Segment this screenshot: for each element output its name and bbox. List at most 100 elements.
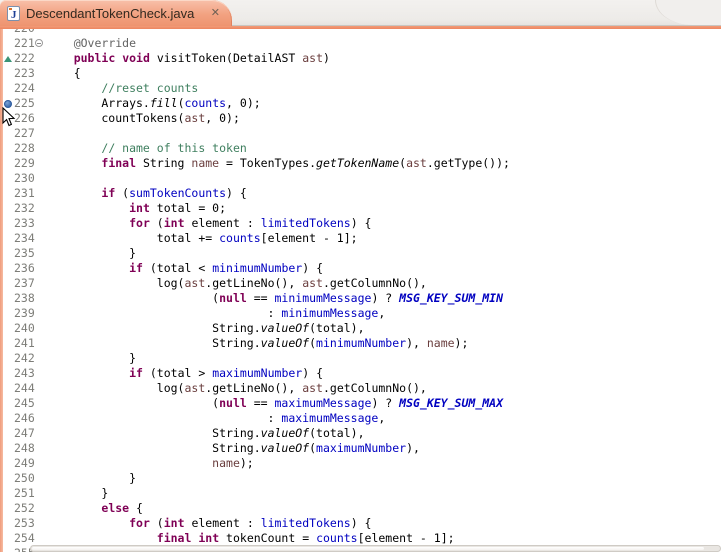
fold-ruler-cell[interactable]: [34, 66, 46, 81]
code-text[interactable]: for (int element : limitedTokens) {: [46, 216, 721, 231]
line-number[interactable]: 233: [14, 216, 34, 231]
line-number[interactable]: 221: [14, 36, 34, 51]
line-number[interactable]: 254: [14, 531, 34, 546]
fold-ruler-cell[interactable]: [34, 411, 46, 426]
line-number[interactable]: 242: [14, 351, 34, 366]
annotation-ruler-cell[interactable]: [3, 276, 14, 291]
fold-ruler-cell[interactable]: [34, 171, 46, 186]
line-number[interactable]: 248: [14, 441, 34, 456]
fold-ruler-cell[interactable]: [34, 231, 46, 246]
code-text[interactable]: //reset counts: [46, 81, 721, 96]
annotation-ruler-cell[interactable]: [3, 81, 14, 96]
line-number[interactable]: 252: [14, 501, 34, 516]
code-text[interactable]: }: [46, 486, 721, 501]
annotation-ruler-cell[interactable]: [3, 186, 14, 201]
annotation-ruler-cell[interactable]: [3, 141, 14, 156]
horizontal-scrollbar-thumb[interactable]: [32, 547, 704, 550]
code-text[interactable]: // name of this token: [46, 141, 721, 156]
fold-ruler-cell[interactable]: [34, 381, 46, 396]
code-text[interactable]: for (int element : limitedTokens) {: [46, 516, 721, 531]
code-text[interactable]: String.valueOf(maximumNumber),: [46, 441, 721, 456]
code-text[interactable]: else {: [46, 501, 721, 516]
code-text[interactable]: log(ast.getLineNo(), ast.getColumnNo(),: [46, 381, 721, 396]
code-text[interactable]: public void visitToken(DetailAST ast): [46, 51, 721, 66]
annotation-ruler-cell[interactable]: [3, 216, 14, 231]
code-text[interactable]: if (sumTokenCounts) {: [46, 186, 721, 201]
fold-ruler-cell[interactable]: [34, 111, 46, 126]
code-text[interactable]: name);: [46, 456, 721, 471]
code-text[interactable]: @Override: [46, 36, 721, 51]
code-text[interactable]: String.valueOf(minimumNumber), name);: [46, 336, 721, 351]
annotation-ruler-cell[interactable]: [3, 456, 14, 471]
line-number[interactable]: 231: [14, 186, 34, 201]
code-text[interactable]: [46, 29, 721, 36]
annotation-ruler-cell[interactable]: [3, 411, 14, 426]
fold-ruler-cell[interactable]: [34, 471, 46, 486]
annotation-ruler-cell[interactable]: [3, 486, 14, 501]
line-number[interactable]: 232: [14, 201, 34, 216]
line-number[interactable]: 237: [14, 276, 34, 291]
annotation-ruler-cell[interactable]: [3, 531, 14, 546]
annotation-ruler-cell[interactable]: [3, 51, 14, 66]
fold-ruler-cell[interactable]: [34, 201, 46, 216]
line-number[interactable]: 228: [14, 141, 34, 156]
line-number[interactable]: 229: [14, 156, 34, 171]
fold-ruler-cell[interactable]: [34, 366, 46, 381]
code-text[interactable]: }: [46, 471, 721, 486]
fold-ruler-cell[interactable]: [34, 36, 46, 51]
line-number[interactable]: 234: [14, 231, 34, 246]
annotation-ruler-cell[interactable]: [3, 426, 14, 441]
code-text[interactable]: if (total > maximumNumber) {: [46, 366, 721, 381]
annotation-ruler-cell[interactable]: [3, 111, 14, 126]
annotation-ruler-cell[interactable]: [3, 171, 14, 186]
code-text[interactable]: (null == maximumMessage) ? MSG_KEY_SUM_M…: [46, 396, 721, 411]
annotation-ruler-cell[interactable]: [3, 66, 14, 81]
annotation-ruler-cell[interactable]: [3, 246, 14, 261]
code-text[interactable]: }: [46, 351, 721, 366]
fold-ruler-cell[interactable]: [34, 51, 46, 66]
line-number[interactable]: 244: [14, 381, 34, 396]
code-text[interactable]: total += counts[element - 1];: [46, 231, 721, 246]
line-number[interactable]: 240: [14, 321, 34, 336]
fold-ruler-cell[interactable]: [34, 29, 46, 36]
code-text[interactable]: [46, 171, 721, 186]
code-text[interactable]: if (total < minimumNumber) {: [46, 261, 721, 276]
code-editor-area[interactable]: 220221 @Override222 public void visitTok…: [3, 29, 721, 552]
annotation-ruler-cell[interactable]: [3, 291, 14, 306]
annotation-ruler-cell[interactable]: [3, 381, 14, 396]
line-number[interactable]: 227: [14, 126, 34, 141]
annotation-ruler-cell[interactable]: [3, 201, 14, 216]
annotation-ruler-cell[interactable]: [3, 126, 14, 141]
code-text[interactable]: final String name = TokenTypes.getTokenN…: [46, 156, 721, 171]
annotation-ruler-cell[interactable]: [3, 441, 14, 456]
annotation-ruler-cell[interactable]: [3, 501, 14, 516]
line-number[interactable]: 253: [14, 516, 34, 531]
fold-ruler-cell[interactable]: [34, 261, 46, 276]
code-text[interactable]: }: [46, 246, 721, 261]
code-text[interactable]: {: [46, 66, 721, 81]
code-text[interactable]: countTokens(ast, 0);: [46, 111, 721, 126]
annotation-ruler-cell[interactable]: [3, 471, 14, 486]
tab-close-icon[interactable]: ✕: [209, 7, 222, 20]
line-number[interactable]: 224: [14, 81, 34, 96]
line-number[interactable]: 226: [14, 111, 34, 126]
fold-ruler-cell[interactable]: [34, 441, 46, 456]
line-number[interactable]: 247: [14, 426, 34, 441]
fold-ruler-cell[interactable]: [34, 306, 46, 321]
breakpoint-icon[interactable]: [4, 100, 12, 108]
line-number[interactable]: 239: [14, 306, 34, 321]
line-number[interactable]: 241: [14, 336, 34, 351]
fold-ruler-cell[interactable]: [34, 81, 46, 96]
fold-ruler-cell[interactable]: [34, 486, 46, 501]
code-text[interactable]: final int tokenCount = counts[element - …: [46, 531, 721, 546]
annotation-ruler-cell[interactable]: [3, 321, 14, 336]
code-text[interactable]: : minimumMessage,: [46, 306, 721, 321]
annotation-ruler-cell[interactable]: [3, 516, 14, 531]
fold-ruler-cell[interactable]: [34, 336, 46, 351]
line-number[interactable]: 250: [14, 471, 34, 486]
fold-ruler-cell[interactable]: [34, 426, 46, 441]
fold-ruler-cell[interactable]: [34, 186, 46, 201]
line-number[interactable]: 235: [14, 246, 34, 261]
annotation-ruler-cell[interactable]: [3, 36, 14, 51]
code-text[interactable]: log(ast.getLineNo(), ast.getColumnNo(),: [46, 276, 721, 291]
